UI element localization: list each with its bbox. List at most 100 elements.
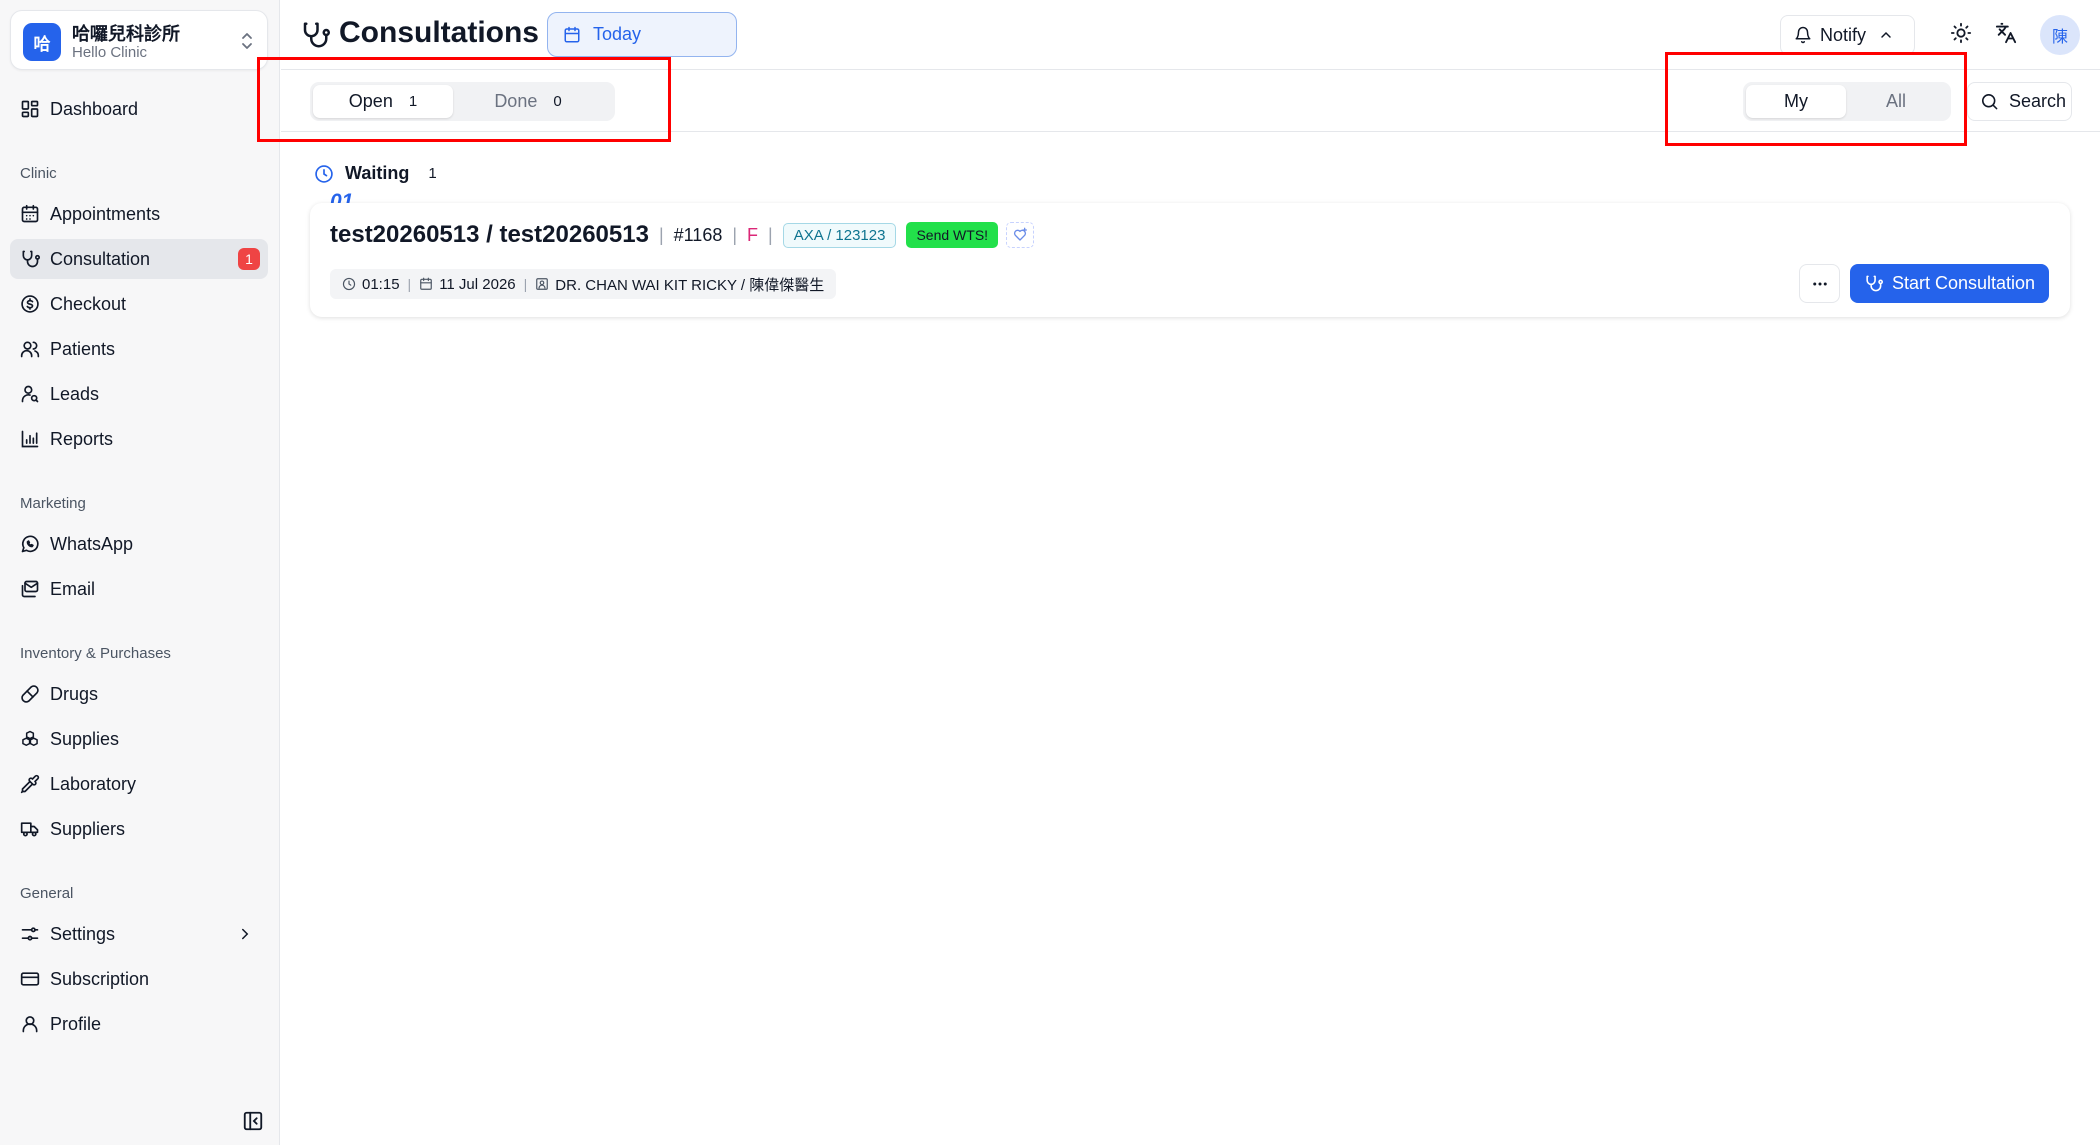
clinic-logo: 哈 [23,23,61,61]
divider: | [658,224,664,245]
clinic-switcher[interactable]: 哈 哈囉兒科診所 Hello Clinic [10,10,268,70]
stethoscope-icon [1864,274,1883,293]
dashboard-icon [20,99,40,119]
sidebar-item-label: Profile [50,1013,102,1034]
sidebar-item-settings[interactable]: Settings [10,914,268,954]
pill-icon [20,684,40,704]
send-whatsapp-button[interactable]: Send WTS! [906,222,999,248]
boxes-icon [20,729,40,749]
queue-group-header: Waiting 1 [314,163,437,184]
tab-label: My [1784,91,1808,111]
insurance-tag: AXA / 123123 [782,222,897,248]
sidebar-item-label: Laboratory [50,773,137,794]
sidebar-item-profile[interactable]: Profile [10,1004,268,1044]
appointment-time: 01:15 [362,275,400,293]
queue-group-label: Waiting [345,163,410,183]
tab-all[interactable]: All [1846,85,1946,118]
sidebar-item-appointments[interactable]: Appointments [10,194,268,234]
chevrons-up-down-icon [239,31,255,51]
heart-plus-button[interactable] [1006,222,1035,248]
sidebar-item-label: Suppliers [50,818,126,839]
sidebar-item-reports[interactable]: Reports [10,419,268,459]
sidebar-item-label: Dashboard [50,98,139,119]
tab-count: 0 [553,93,562,110]
sidebar-item-label: Consultation [50,248,151,269]
divider: | [732,224,738,245]
sidebar-item-checkout[interactable]: Checkout [10,284,268,324]
patient-name[interactable]: test20260513 / test20260513 [330,221,649,249]
dollar-icon [20,294,40,314]
sidebar-item-laboratory[interactable]: Laboratory [10,764,268,804]
sidebar-collapse-icon[interactable] [242,1110,264,1132]
sidebar-item-suppliers[interactable]: Suppliers [10,809,268,849]
sidebar-item-email[interactable]: Email [10,569,268,609]
divider: | [768,224,773,245]
start-consultation-button[interactable]: Start Consultation [1850,264,2049,303]
filter-toolbar: Open 1 Done 0 My All Search [281,71,2100,132]
doctor-badge-icon [535,277,549,291]
patient-id: #1168 [673,224,723,245]
notify-button[interactable]: Notify [1780,15,1915,55]
sidebar-section-clinic: Clinic [20,165,57,182]
sidebar-item-label: Appointments [50,203,161,224]
sidebar-item-subscription[interactable]: Subscription [10,959,268,999]
sidebar-item-label: Checkout [50,293,127,314]
tab-label: All [1885,91,1906,111]
queue-group-count: 1 [428,165,437,182]
sidebar-item-consultation[interactable]: Consultation 1 [10,239,268,279]
tab-label: Done [494,91,538,111]
divider: | [407,276,412,292]
sidebar: 哈 哈囉兒科診所 Hello Clinic Dashboard Clinic A… [0,0,280,1145]
status-tabs: Open 1 Done 0 [310,82,615,121]
sidebar-section-marketing: Marketing [20,495,86,512]
calendar-icon [20,204,40,224]
search-button[interactable]: Search [1967,82,2072,121]
more-horizontal-icon [1811,275,1829,293]
sidebar-item-supplies[interactable]: Supplies [10,719,268,759]
sidebar-item-label: Email [50,578,96,599]
theme-toggle-sun-icon[interactable] [1950,22,1972,44]
tab-my[interactable]: My [1746,85,1846,118]
sidebar-item-leads[interactable]: Leads [10,374,268,414]
consultation-card[interactable]: test20260513 / test20260513 | #1168 | F … [310,203,2070,317]
appointment-meta: 01:15 | 11 Jul 2026 | DR. CHAN WAI KIT R… [330,269,837,299]
tab-label: Open [348,91,393,111]
more-options-button[interactable] [1799,264,1840,303]
date-filter-button[interactable]: Today [547,12,737,57]
doctor-name: DR. CHAN WAI KIT RICKY / 陳偉傑醫生 [555,276,825,294]
whatsapp-icon [20,534,40,554]
credit-card-icon [20,969,40,989]
sidebar-item-label: Settings [50,923,116,944]
patient-row: test20260513 / test20260513 | #1168 | F … [330,221,1035,249]
clinic-name: 哈囉兒科診所 [72,24,180,44]
sidebar-item-drugs[interactable]: Drugs [10,674,268,714]
notify-label: Notify [1820,24,1867,45]
sidebar-item-label: Supplies [50,728,120,749]
sidebar-section-general: General [20,885,74,902]
page-header: Consultations Today Notify 陳 [281,0,2100,70]
sidebar-item-whatsapp[interactable]: WhatsApp [10,524,268,564]
page-title: Consultations [339,16,539,49]
sidebar-item-label: Patients [50,338,116,359]
divider: | [523,276,528,292]
sidebar-item-label: Leads [50,383,100,404]
sidebar-item-label: Subscription [50,968,150,989]
language-icon[interactable] [1995,22,2017,44]
user-search-icon [20,384,40,404]
user-avatar[interactable]: 陳 [2040,15,2080,55]
scope-tabs: My All [1743,82,1951,121]
sidebar-item-patients[interactable]: Patients [10,329,268,369]
stethoscope-icon [300,20,330,50]
sidebar-item-label: WhatsApp [50,533,134,554]
sidebar-item-dashboard[interactable]: Dashboard [10,89,268,129]
date-filter-label: Today [593,24,642,44]
tab-done[interactable]: Done 0 [453,85,603,118]
chevron-up-icon [1878,27,1894,43]
tab-open[interactable]: Open 1 [313,85,453,118]
search-icon [1980,92,1999,111]
chevron-right-icon [236,925,254,943]
search-label: Search [2009,91,2067,111]
sidebar-item-label: Reports [50,428,114,449]
clock-icon [314,164,334,184]
tab-count: 1 [408,93,418,110]
